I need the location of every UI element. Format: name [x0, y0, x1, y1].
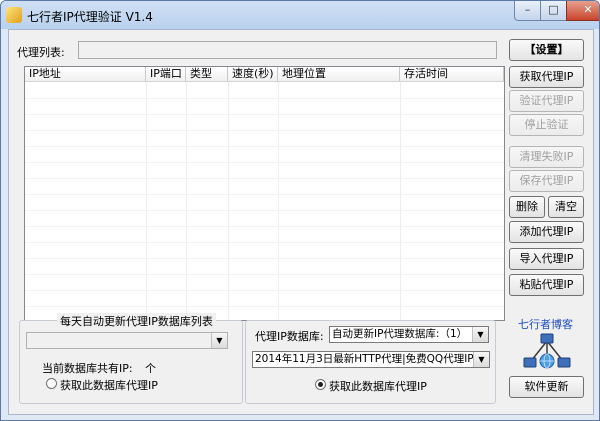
- chevron-down-icon: ▼: [473, 352, 489, 367]
- column-ip-port[interactable]: IP端口: [146, 67, 186, 81]
- left-fetch-db-radio[interactable]: [46, 378, 57, 389]
- grid-line: [400, 82, 401, 320]
- proxy-db-label: 代理IP数据库:: [255, 330, 324, 343]
- column-location[interactable]: 地理位置: [278, 67, 400, 81]
- column-type[interactable]: 类型: [186, 67, 228, 81]
- close-button[interactable]: ✕: [566, 1, 599, 21]
- row-separator: [25, 290, 504, 291]
- grid-line: [146, 82, 147, 320]
- row-separator: [25, 194, 504, 195]
- paste-proxy-button[interactable]: 粘贴代理IP: [509, 274, 584, 296]
- table-header: IP地址 IP端口 类型 速度(秒) 地理位置 存活时间: [25, 67, 504, 82]
- delete-button[interactable]: 删除: [509, 196, 545, 218]
- proxy-table[interactable]: IP地址 IP端口 类型 速度(秒) 地理位置 存活时间: [24, 66, 505, 321]
- proxy-db-select[interactable]: 自动更新IP代理数据库:（1） ▼: [329, 326, 489, 343]
- auto-update-db-select[interactable]: ▼: [26, 332, 228, 349]
- row-separator: [25, 98, 504, 99]
- chevron-down-icon: ▼: [211, 333, 227, 348]
- clear-button[interactable]: 清空: [548, 196, 584, 218]
- column-alive-time[interactable]: 存活时间: [400, 67, 504, 81]
- row-separator: [25, 210, 504, 211]
- row-separator: [25, 258, 504, 259]
- row-separator: [25, 162, 504, 163]
- fetch-proxy-button[interactable]: 获取代理IP: [509, 66, 584, 88]
- db-list-select[interactable]: 2014年11月3日最新HTTP代理|免费QQ代理IP_在线代 ▼: [252, 351, 490, 368]
- row-separator: [25, 274, 504, 275]
- network-icon[interactable]: [521, 333, 573, 371]
- row-separator: [25, 306, 504, 307]
- stop-verify-button[interactable]: 停止验证: [509, 114, 584, 136]
- db-count-unit: 个: [145, 362, 156, 375]
- add-proxy-button[interactable]: 添加代理IP: [509, 221, 584, 243]
- settings-button[interactable]: 【设置】: [509, 39, 584, 61]
- row-separator: [25, 130, 504, 131]
- app-icon: [6, 7, 22, 23]
- minimize-button[interactable]: –: [514, 1, 541, 21]
- grid-line: [278, 82, 279, 320]
- row-separator: [25, 146, 504, 147]
- main-panel: 代理列表: IP地址 IP端口 类型 速度(秒) 地理位置 存活时间 【设置】 …: [8, 29, 594, 415]
- blog-link[interactable]: 七行者博客: [518, 316, 573, 332]
- proxy-list-label: 代理列表:: [17, 46, 65, 59]
- db-list-select-value: 2014年11月3日最新HTTP代理|免费QQ代理IP_在线代: [255, 353, 490, 365]
- grid-line: [228, 82, 229, 320]
- save-proxy-button[interactable]: 保存代理IP: [509, 170, 584, 192]
- row-separator: [25, 178, 504, 179]
- row-separator: [25, 242, 504, 243]
- window-title: 七行者IP代理验证 V1.4: [27, 10, 153, 24]
- column-ip-address[interactable]: IP地址: [25, 67, 146, 81]
- software-update-button[interactable]: 软件更新: [509, 376, 584, 398]
- left-fetch-db-label: 获取此数据库代理IP: [60, 379, 158, 392]
- auto-update-group-title: 每天自动更新代理IP数据库列表: [57, 313, 216, 329]
- verify-proxy-button[interactable]: 验证代理IP: [509, 90, 584, 112]
- title-bar[interactable]: 七行者IP代理验证 V1.4 – □ ✕: [1, 1, 599, 29]
- chevron-down-icon: ▼: [472, 327, 488, 342]
- clear-failed-button[interactable]: 清理失败IP: [509, 146, 584, 168]
- right-fetch-db-radio[interactable]: [315, 379, 326, 390]
- column-speed[interactable]: 速度(秒): [228, 67, 278, 81]
- import-proxy-button[interactable]: 导入代理IP: [509, 248, 584, 270]
- maximize-button[interactable]: □: [540, 1, 567, 21]
- proxy-list-field[interactable]: [78, 41, 497, 59]
- proxy-db-select-value: 自动更新IP代理数据库:（1）: [332, 328, 468, 340]
- row-separator: [25, 226, 504, 227]
- app-window: 七行者IP代理验证 V1.4 – □ ✕ 代理列表: IP地址 IP端口 类型 …: [0, 0, 600, 421]
- right-fetch-db-label: 获取此数据库代理IP: [329, 380, 427, 393]
- db-count-label: 当前数据库共有IP:: [42, 362, 133, 375]
- row-separator: [25, 114, 504, 115]
- grid-line: [186, 82, 187, 320]
